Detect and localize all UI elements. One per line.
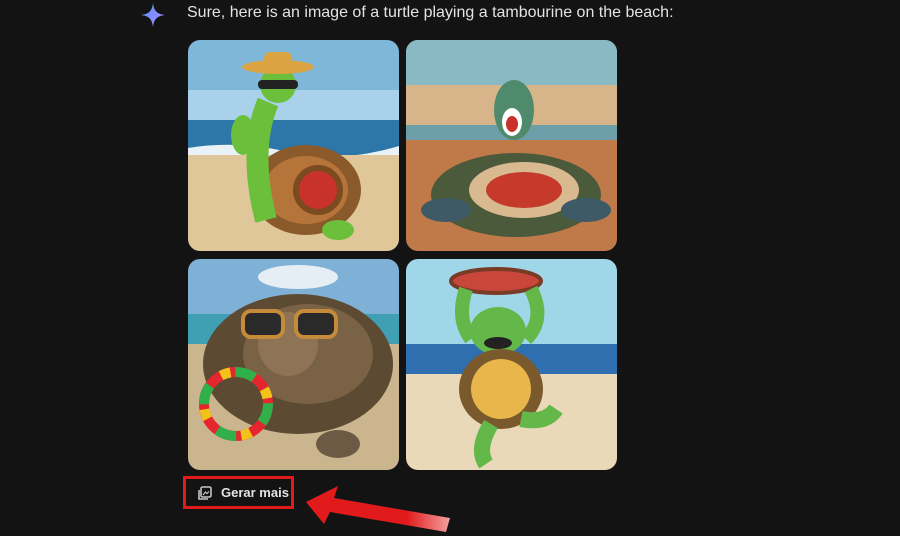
annotation-arrow [306, 486, 450, 532]
image-stack-icon [198, 485, 212, 500]
generated-image-4[interactable] [406, 259, 617, 470]
generated-image-3[interactable] [188, 259, 399, 470]
generated-image-2[interactable] [406, 40, 617, 251]
sparkle-icon [141, 3, 165, 27]
generate-more-button[interactable]: Gerar mais [183, 476, 294, 509]
generate-more-label: Gerar mais [221, 485, 289, 500]
response-text: Sure, here is an image of a turtle playi… [187, 4, 674, 21]
generated-image-1[interactable] [188, 40, 399, 251]
